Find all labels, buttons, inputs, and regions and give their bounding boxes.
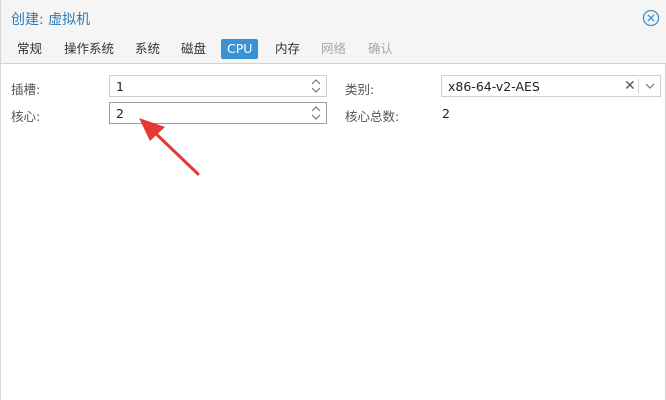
- tab-bar: 常规 操作系统 系统 磁盘 CPU 内存 网络 确认: [1, 36, 666, 64]
- close-button[interactable]: [642, 9, 660, 27]
- cores-label: 核心:: [11, 109, 41, 124]
- type-label: 类别:: [345, 82, 375, 97]
- tab-network[interactable]: 网络: [315, 39, 352, 59]
- tab-memory[interactable]: 内存: [269, 39, 306, 59]
- spinner-arrows-icon[interactable]: [310, 105, 322, 121]
- cores-value: 2: [116, 106, 124, 121]
- chevron-down-icon[interactable]: [644, 80, 656, 92]
- tab-disks[interactable]: 磁盘: [175, 39, 212, 59]
- tab-cpu[interactable]: CPU: [221, 39, 259, 59]
- tab-confirm[interactable]: 确认: [362, 39, 399, 59]
- dialog-title: 创建: 虚拟机: [11, 12, 91, 28]
- tab-system[interactable]: 系统: [129, 39, 166, 59]
- combo-divider: [638, 79, 639, 93]
- create-vm-dialog: 创建: 虚拟机 常规 操作系统 系统 磁盘 CPU 内存 网络 确认 插槽: 1…: [0, 0, 666, 400]
- tab-os[interactable]: 操作系统: [58, 39, 120, 59]
- cores-spinner[interactable]: 2: [109, 102, 327, 124]
- spinner-arrows-icon[interactable]: [310, 78, 322, 94]
- clear-icon[interactable]: ✕: [624, 78, 636, 94]
- tab-general[interactable]: 常规: [11, 39, 48, 59]
- total-cores-label: 核心总数:: [345, 109, 400, 124]
- cpu-type-value: x86-64-v2-AES: [448, 79, 540, 94]
- sockets-value: 1: [116, 79, 124, 94]
- sockets-label: 插槽:: [11, 82, 41, 97]
- dialog-titlebar: 创建: 虚拟机: [1, 0, 666, 36]
- sockets-spinner[interactable]: 1: [109, 75, 327, 97]
- cpu-type-combobox[interactable]: x86-64-v2-AES ✕: [441, 75, 661, 97]
- close-icon: [642, 9, 660, 27]
- total-cores-value: 2: [442, 106, 450, 121]
